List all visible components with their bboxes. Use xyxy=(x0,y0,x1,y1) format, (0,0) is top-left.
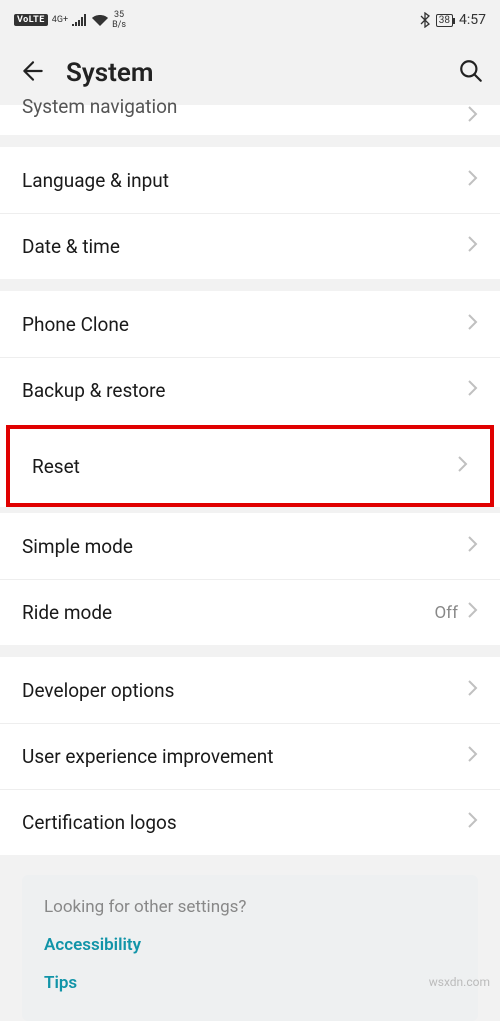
status-bar: VoLTE 4G+ 35 B/s 38 4:57 xyxy=(0,0,500,40)
battery-icon: 38 xyxy=(436,14,453,27)
search-icon xyxy=(458,58,484,84)
volte-badge: VoLTE xyxy=(14,14,48,26)
speed-unit: B/s xyxy=(112,20,126,30)
chevron-right-icon xyxy=(466,811,478,834)
row-developer-options[interactable]: Developer options xyxy=(0,657,500,723)
chevron-right-icon xyxy=(466,313,478,336)
row-label: Language & input xyxy=(22,169,466,192)
row-label: Reset xyxy=(32,455,456,478)
chevron-right-icon xyxy=(466,105,478,128)
link-tips[interactable]: Tips xyxy=(44,973,456,993)
chevron-right-icon xyxy=(466,379,478,402)
row-label: Certification logos xyxy=(22,811,466,834)
settings-list: System navigation Language & input Date … xyxy=(0,105,500,1021)
signal-icon xyxy=(72,14,88,26)
link-accessibility[interactable]: Accessibility xyxy=(44,935,456,955)
row-label: Date & time xyxy=(22,235,466,258)
speed-value: 35 xyxy=(114,10,124,20)
chevron-right-icon xyxy=(466,745,478,768)
wifi-icon xyxy=(92,14,108,26)
other-settings-heading: Looking for other settings? xyxy=(44,897,456,917)
row-label: System navigation xyxy=(22,95,466,118)
row-phone-clone[interactable]: Phone Clone xyxy=(0,291,500,357)
settings-group: Language & input Date & time xyxy=(0,147,500,279)
chevron-right-icon xyxy=(466,535,478,558)
row-label: Phone Clone xyxy=(22,313,466,336)
chevron-right-icon xyxy=(466,601,478,624)
status-left: VoLTE 4G+ 35 B/s xyxy=(14,10,126,30)
row-system-navigation[interactable]: System navigation xyxy=(0,105,500,135)
status-right: 38 4:57 xyxy=(420,12,486,28)
row-user-experience[interactable]: User experience improvement xyxy=(0,723,500,789)
row-backup-restore[interactable]: Backup & restore xyxy=(0,357,500,423)
speed-indicator: 35 B/s xyxy=(112,10,126,30)
row-label: Backup & restore xyxy=(22,379,466,402)
clock: 4:57 xyxy=(459,12,486,28)
row-label: Developer options xyxy=(22,679,466,702)
row-label: Ride mode xyxy=(22,601,434,624)
highlighted-reset: Reset xyxy=(6,425,494,507)
back-arrow-icon xyxy=(20,58,46,84)
row-simple-mode[interactable]: Simple mode xyxy=(0,513,500,579)
chevron-right-icon xyxy=(466,679,478,702)
network-generation: 4G+ xyxy=(52,16,68,25)
row-reset[interactable]: Reset xyxy=(10,429,490,503)
chevron-right-icon xyxy=(456,455,468,478)
page-title: System xyxy=(66,58,438,88)
row-language-input[interactable]: Language & input xyxy=(0,147,500,213)
settings-group: Phone Clone Backup & restore Reset xyxy=(0,291,500,507)
back-button[interactable] xyxy=(20,58,46,88)
chevron-right-icon xyxy=(466,235,478,258)
watermark: wsxdn.com xyxy=(429,975,490,989)
chevron-right-icon xyxy=(466,169,478,192)
row-ride-mode[interactable]: Ride mode Off xyxy=(0,579,500,645)
row-label: User experience improvement xyxy=(22,745,466,768)
row-certification-logos[interactable]: Certification logos xyxy=(0,789,500,855)
settings-group: Simple mode Ride mode Off xyxy=(0,513,500,645)
bluetooth-icon xyxy=(420,12,430,28)
row-date-time[interactable]: Date & time xyxy=(0,213,500,279)
settings-group: System navigation xyxy=(0,105,500,135)
search-button[interactable] xyxy=(458,58,484,88)
row-label: Simple mode xyxy=(22,535,466,558)
other-settings-card: Looking for other settings? Accessibilit… xyxy=(22,875,478,1021)
settings-group: Developer options User experience improv… xyxy=(0,657,500,855)
row-value: Off xyxy=(434,603,458,623)
